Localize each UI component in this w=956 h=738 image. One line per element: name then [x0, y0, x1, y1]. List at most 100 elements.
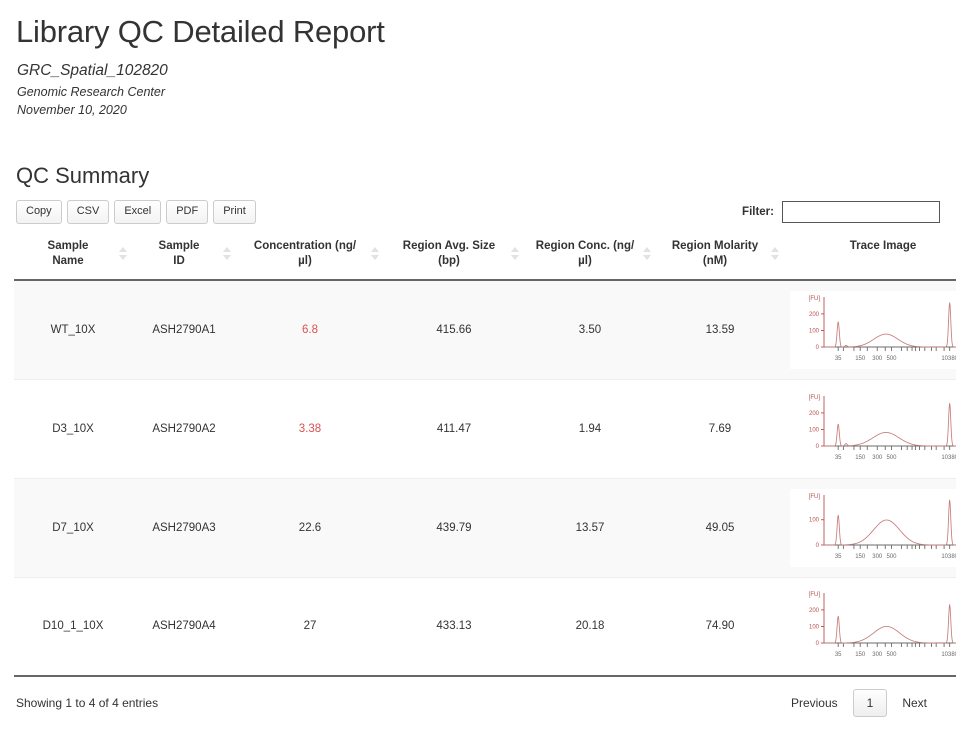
cell-concentration: 6.8	[236, 280, 384, 379]
table-row: WT_10XASH2790A16.8415.663.5013.59[FU]010…	[14, 280, 956, 379]
sort-icon[interactable]	[371, 247, 380, 260]
print-button[interactable]: Print	[213, 200, 256, 224]
column-header-concentration[interactable]: Concentration (ng/ µl)	[236, 233, 384, 280]
sort-icon[interactable]	[771, 247, 780, 260]
svg-text:500: 500	[886, 455, 897, 461]
cell-region-avg-size: 433.13	[384, 577, 524, 676]
svg-text:300: 300	[872, 652, 883, 658]
column-header-sample-id[interactable]: Sample ID	[132, 233, 236, 280]
cell-sample-id-value: ASH2790A1	[152, 324, 215, 336]
svg-text:0: 0	[816, 444, 820, 450]
report-subtitle-block: GRC_Spatial_102820 Genomic Research Cent…	[17, 62, 942, 117]
column-header-region-molarity[interactable]: Region Molarity (nM)	[656, 233, 784, 280]
cell-region-conc-value: 3.50	[579, 324, 601, 336]
svg-text:150: 150	[855, 652, 866, 658]
filter-label: Filter:	[742, 206, 774, 218]
svg-text:10380: 10380	[941, 455, 956, 461]
report-page: Library QC Detailed Report GRC_Spatial_1…	[0, 14, 956, 738]
svg-text:150: 150	[855, 554, 866, 560]
cell-sample-id-value: ASH2790A2	[152, 423, 215, 435]
cell-sample-name: D3_10X	[14, 379, 132, 478]
svg-text:100: 100	[809, 328, 820, 334]
table-header: Sample Name Sample ID Concentration (ng/…	[14, 233, 956, 280]
excel-button[interactable]: Excel	[114, 200, 161, 224]
sort-icon[interactable]	[511, 247, 520, 260]
cell-sample-id: ASH2790A3	[132, 478, 236, 577]
page-title: Library QC Detailed Report	[16, 14, 942, 50]
header-line-1: Concentration (ng/	[254, 240, 356, 252]
cell-concentration-value: 22.6	[299, 522, 321, 534]
cell-sample-name: D7_10X	[14, 478, 132, 577]
header-line-1: Region Avg. Size	[403, 240, 495, 252]
header-line-1: Trace Image	[850, 240, 916, 252]
cell-sample-name-value: D10_1_10X	[43, 620, 104, 632]
svg-text:150: 150	[855, 356, 866, 362]
svg-text:[FU]: [FU]	[809, 592, 821, 598]
filter-input[interactable]	[782, 201, 940, 223]
pagination: Previous 1 Next	[778, 689, 940, 717]
column-header-trace-image[interactable]: Trace Image	[784, 233, 956, 280]
sort-icon[interactable]	[119, 247, 128, 260]
svg-text:35: 35	[835, 356, 842, 362]
svg-text:35: 35	[835, 455, 842, 461]
svg-text:[FU]: [FU]	[809, 296, 821, 302]
cell-sample-name-value: D7_10X	[52, 522, 94, 534]
report-date: November 10, 2020	[17, 103, 942, 117]
cell-sample-id: ASH2790A1	[132, 280, 236, 379]
cell-region-conc: 13.57	[524, 478, 656, 577]
copy-button[interactable]: Copy	[16, 200, 62, 224]
entries-info: Showing 1 to 4 of 4 entries	[16, 696, 158, 710]
qc-summary-table: Sample Name Sample ID Concentration (ng/…	[14, 233, 956, 677]
cell-region-avg-size: 439.79	[384, 478, 524, 577]
section-title: QC Summary	[16, 163, 942, 189]
svg-text:10380: 10380	[941, 356, 956, 362]
previous-page-button[interactable]: Previous	[778, 689, 851, 717]
column-header-region-avg-size[interactable]: Region Avg. Size (bp)	[384, 233, 524, 280]
svg-text:100: 100	[809, 625, 820, 631]
cell-concentration: 27	[236, 577, 384, 676]
svg-text:300: 300	[872, 356, 883, 362]
cell-region-molarity: 13.59	[656, 280, 784, 379]
cell-concentration-value: 6.8	[302, 324, 318, 336]
column-header-sample-name[interactable]: Sample Name	[14, 233, 132, 280]
cell-region-conc-value: 13.57	[576, 522, 605, 534]
svg-text:200: 200	[809, 608, 820, 614]
header-line-1: Sample	[48, 240, 89, 252]
svg-text:35: 35	[835, 554, 842, 560]
cell-concentration: 3.38	[236, 379, 384, 478]
next-page-button[interactable]: Next	[889, 689, 940, 717]
filter-control: Filter:	[742, 201, 940, 223]
svg-text:0: 0	[816, 543, 820, 549]
page-number-button[interactable]: 1	[853, 689, 888, 717]
sort-icon[interactable]	[643, 247, 652, 260]
header-line-2: Name	[52, 255, 83, 267]
csv-button[interactable]: CSV	[67, 200, 110, 224]
cell-trace-image: [FU]01002003515030050010380[bp]	[784, 280, 956, 379]
cell-region-avg-size-value: 439.79	[436, 522, 471, 534]
cell-sample-name-value: D3_10X	[52, 423, 94, 435]
header-line-2: ID	[173, 255, 185, 267]
header-line-1: Sample	[159, 240, 200, 252]
svg-text:100: 100	[809, 517, 820, 523]
cell-sample-id: ASH2790A2	[132, 379, 236, 478]
header-line-2: µl)	[298, 255, 312, 267]
svg-text:0: 0	[816, 641, 820, 647]
table-toolbar: Copy CSV Excel PDF Print Filter:	[14, 200, 942, 224]
svg-text:[FU]: [FU]	[809, 494, 821, 500]
organization-name: Genomic Research Center	[17, 85, 942, 99]
cell-trace-image: [FU]01002003515030050010380[bp]	[784, 379, 956, 478]
cell-concentration: 22.6	[236, 478, 384, 577]
cell-concentration-value: 3.38	[299, 423, 321, 435]
pdf-button[interactable]: PDF	[166, 200, 208, 224]
cell-concentration-value: 27	[304, 620, 317, 632]
sort-icon[interactable]	[223, 247, 232, 260]
cell-sample-name: WT_10X	[14, 280, 132, 379]
table-body: WT_10XASH2790A16.8415.663.5013.59[FU]010…	[14, 280, 956, 676]
svg-text:500: 500	[886, 356, 897, 362]
column-header-region-conc[interactable]: Region Conc. (ng/ µl)	[524, 233, 656, 280]
cell-region-molarity-value: 74.90	[706, 620, 735, 632]
cell-trace-image: [FU]01003515030050010380[bp]	[784, 478, 956, 577]
svg-text:0: 0	[816, 345, 820, 351]
cell-region-conc-value: 20.18	[576, 620, 605, 632]
export-buttons: Copy CSV Excel PDF Print	[16, 200, 256, 224]
